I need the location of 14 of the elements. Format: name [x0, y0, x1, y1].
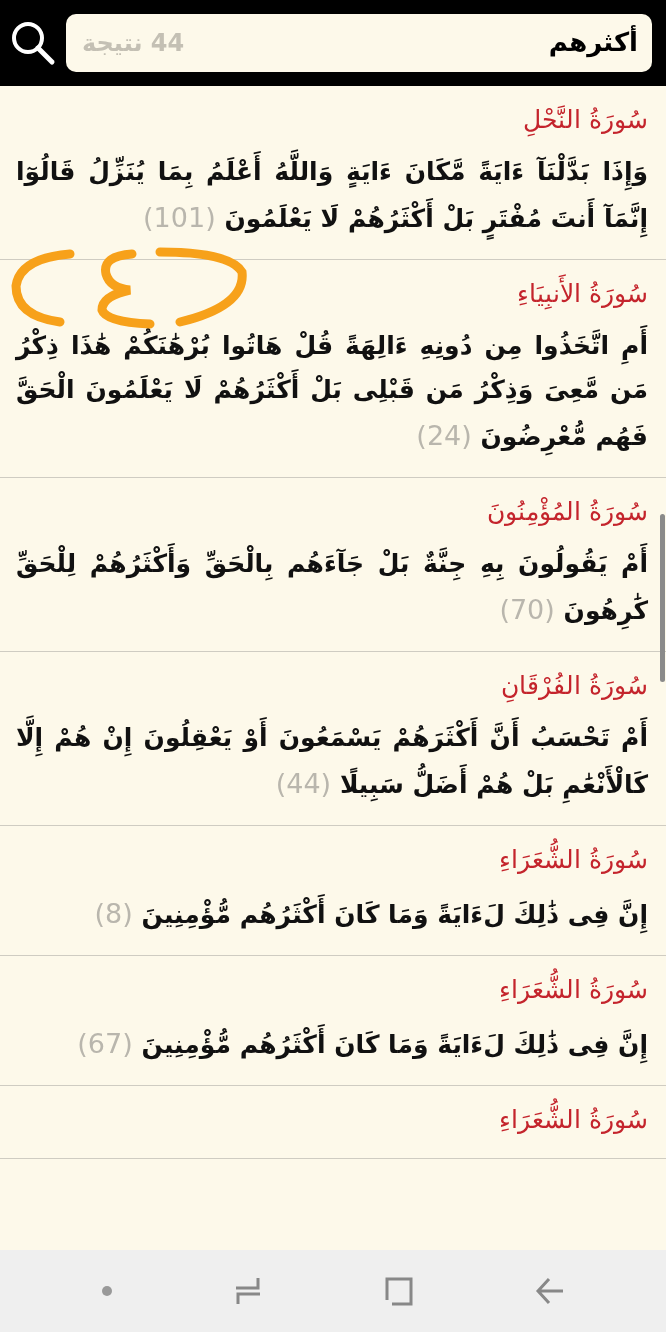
- surah-title: سُورَةُ الفُرْقَانِ: [501, 665, 648, 706]
- scrollbar[interactable]: [660, 514, 665, 682]
- search-icon[interactable]: [10, 20, 56, 66]
- back-icon[interactable]: [535, 1276, 566, 1306]
- recent-apps-icon[interactable]: [234, 1276, 263, 1306]
- result-count: 44 نتيجة: [82, 29, 185, 57]
- surah-title: سُورَةُ المُؤْمِنُونَ: [487, 495, 648, 528]
- surah-title: سُورَةُ النَّحْلِ: [523, 100, 648, 140]
- dot-icon[interactable]: [100, 1285, 113, 1297]
- surah-title: سُورَةُ الشُّعَرَاءِ: [499, 839, 648, 880]
- home-icon[interactable]: [383, 1276, 414, 1306]
- surah-title: سُورَةُ الأَنبِيَاءِ: [517, 274, 648, 314]
- surah-title: سُورَةُ الشُّعَرَاءِ: [499, 1100, 648, 1141]
- surah-title: سُورَةُ الشُّعَرَاءِ: [499, 970, 648, 1010]
